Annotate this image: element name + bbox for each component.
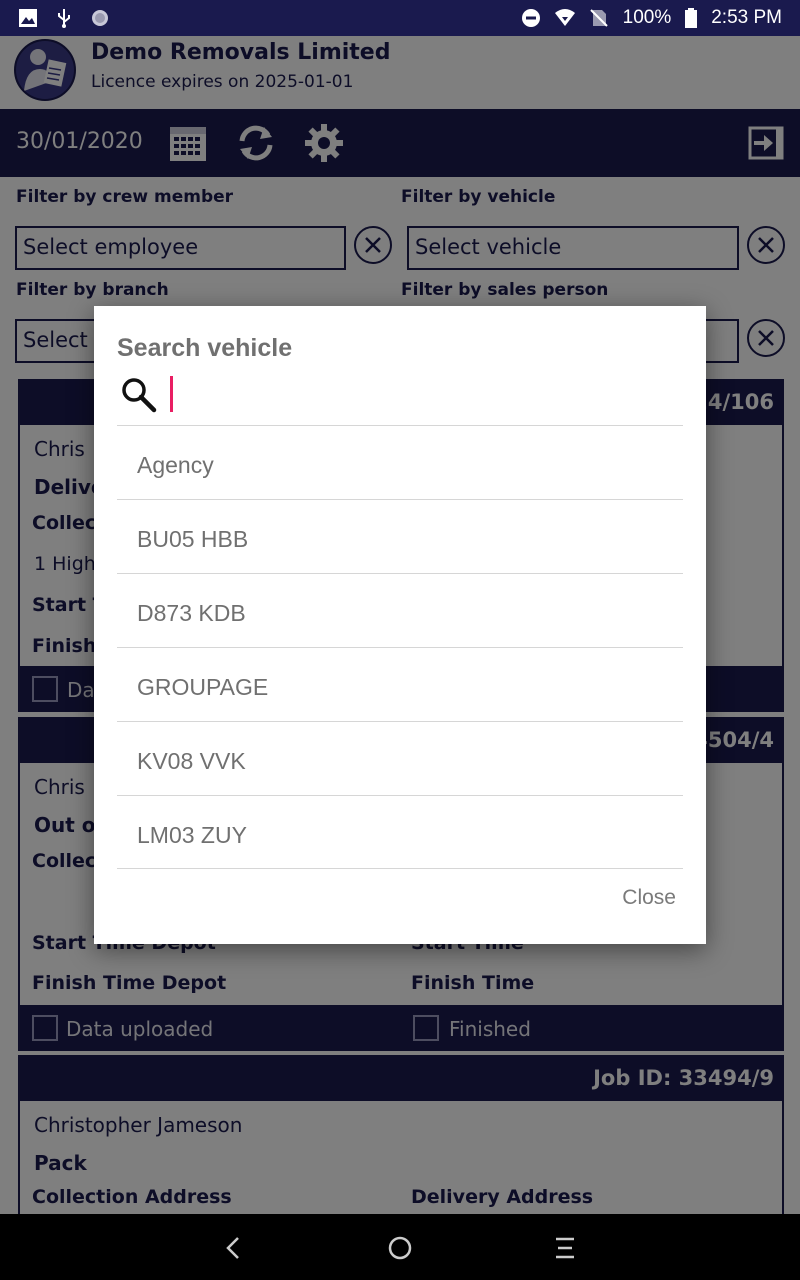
back-icon[interactable] [220,1234,248,1262]
do-not-disturb-icon [521,9,540,27]
home-icon[interactable] [386,1234,414,1262]
vehicle-option[interactable]: BU05 HBB [117,499,683,573]
vehicle-option[interactable]: GROUPAGE [117,647,683,721]
vehicle-option[interactable]: KV08 VVK [117,721,683,795]
vehicle-search-input[interactable] [164,374,683,416]
menu-icon[interactable] [551,1234,579,1262]
system-nav-bar [0,1214,800,1280]
text-cursor [170,376,173,412]
vehicle-option[interactable]: D873 KDB [117,573,683,647]
circle-icon [92,10,108,26]
search-vehicle-dialog: Search vehicle Agency BU05 HBB D873 KDB … [94,306,706,944]
vehicle-option[interactable]: LM03 ZUY [117,795,683,869]
status-bar: 100% 2:53 PM [0,0,800,36]
vehicle-option[interactable]: Agency [117,425,683,499]
dialog-title: Search vehicle [117,334,293,362]
vehicle-list: Agency BU05 HBB D873 KDB GROUPAGE KV08 V… [117,425,683,869]
image-icon [19,9,37,27]
wifi-icon [554,9,575,26]
usb-icon [58,9,70,28]
battery-percent: 100% [622,7,672,28]
no-sim-icon [589,9,608,27]
search-icon [122,378,157,413]
close-button[interactable]: Close [622,886,676,910]
battery-icon [685,8,698,28]
clock: 2:53 PM [711,7,782,28]
